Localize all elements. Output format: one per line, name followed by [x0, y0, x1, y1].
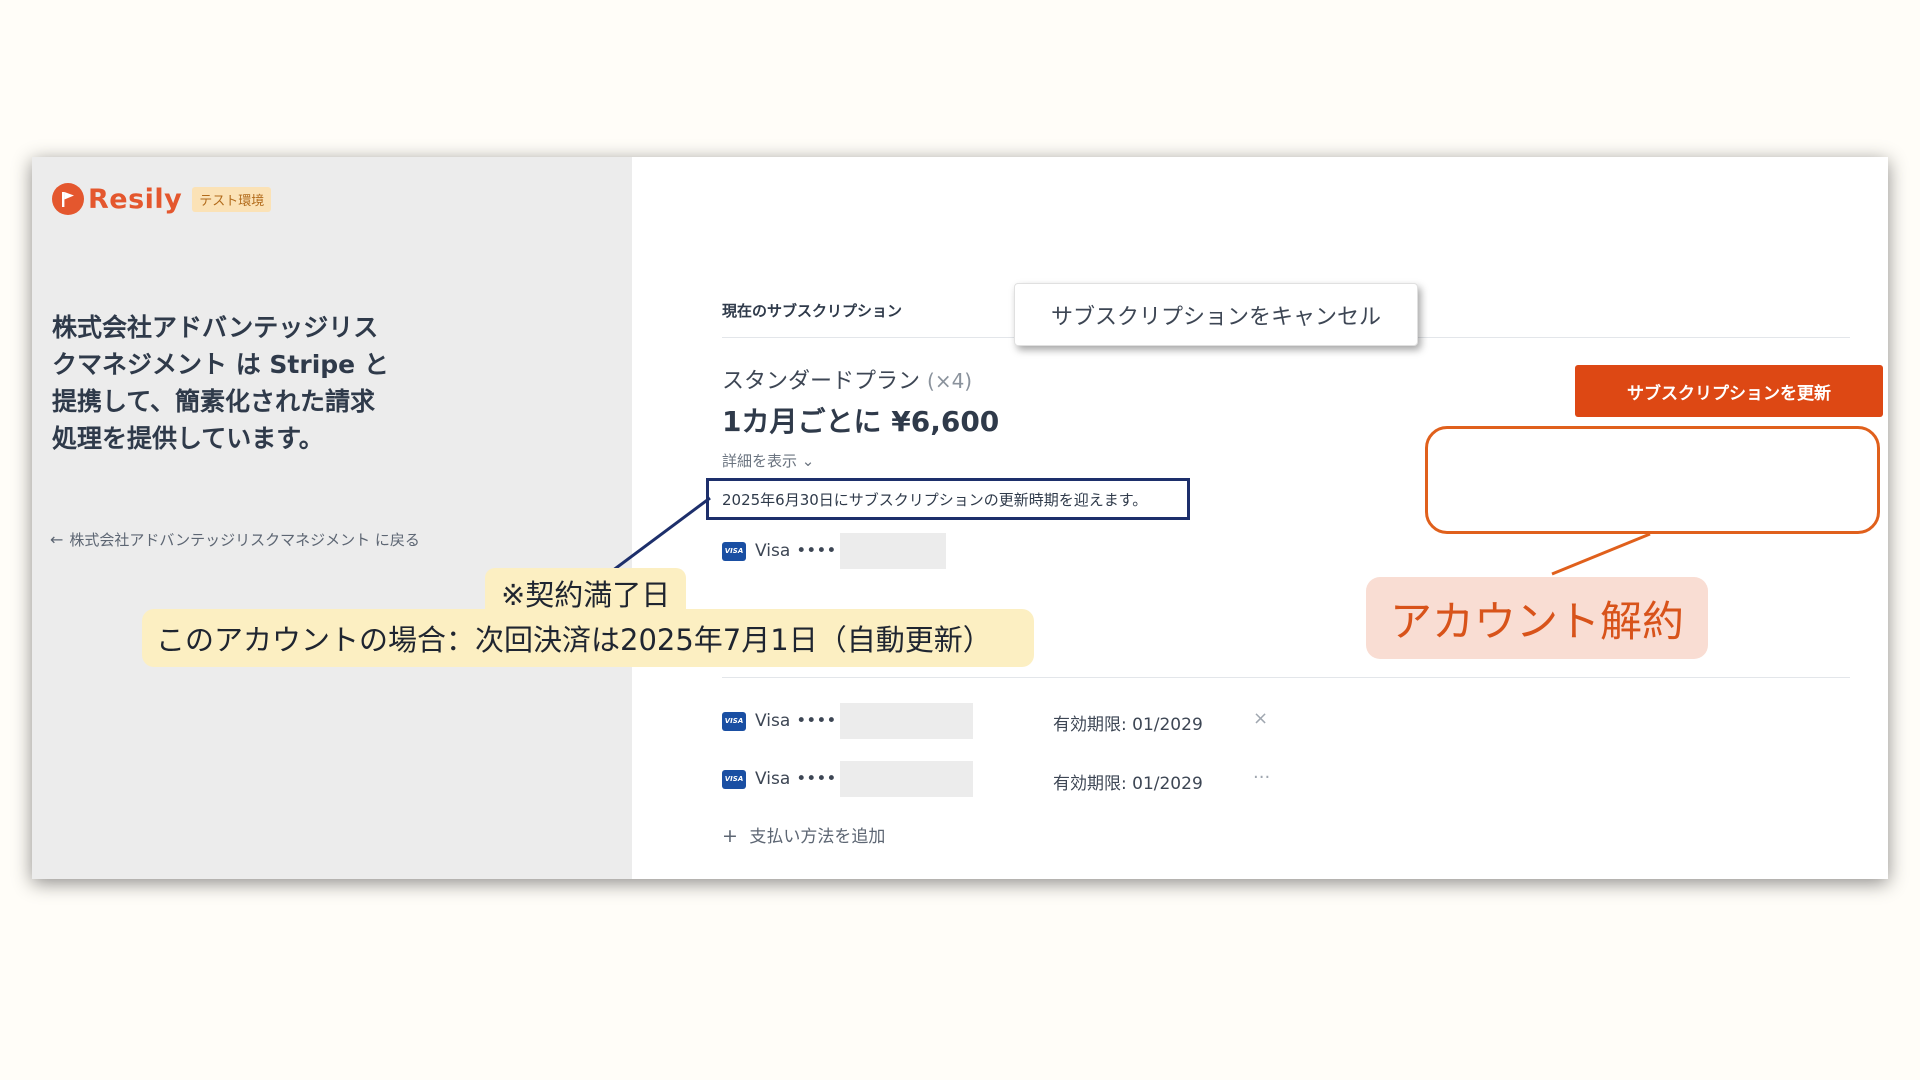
- visa-card-icon: VISA: [722, 769, 746, 789]
- card-expiry: 有効期限: 01/2029: [1053, 715, 1203, 735]
- section-title: 現在のサブスクリプション: [722, 302, 903, 320]
- back-link-label: 株式会社アドバンテッジリスクマネジメント に戻る: [69, 531, 420, 549]
- card-brand: Visa: [755, 711, 791, 731]
- renewal-note: 2025年6月30日にサブスクリプションの更新時期を迎えます。: [706, 478, 1190, 520]
- visa-card-icon: VISA: [722, 711, 746, 731]
- more-options-icon[interactable]: ···: [1253, 767, 1270, 788]
- card-mask: ••••: [796, 711, 837, 731]
- account-cancel-label: アカウント解約: [1366, 577, 1708, 659]
- left-panel: Resily テスト環境 株式会社アドバンテッジリスクマネジメント は Stri…: [32, 157, 632, 879]
- brand: Resily テスト環境: [52, 183, 272, 215]
- details-toggle[interactable]: 詳細を表示 ⌄: [722, 450, 814, 471]
- payment-method-row: VISA Visa ••••: [722, 761, 974, 797]
- add-payment-method-link[interactable]: + 支払い方法を追加: [722, 822, 885, 847]
- update-subscription-button[interactable]: サブスクリプションを更新: [1575, 365, 1883, 417]
- brand-name: Resily: [88, 183, 183, 215]
- card-expiry: 有効期限: 01/2029: [1053, 774, 1203, 794]
- payment-method-row: VISA Visa ••••: [722, 703, 974, 739]
- plan-quantity: (×4): [927, 369, 973, 393]
- arrow-left-icon: ←: [50, 530, 64, 549]
- remove-card-icon[interactable]: ×: [1253, 708, 1268, 729]
- details-toggle-label: 詳細を表示: [722, 452, 798, 470]
- card-number-redaction: [840, 703, 974, 739]
- subscription-card: VISA Visa ••••: [722, 533, 947, 569]
- card-mask: ••••: [796, 769, 837, 789]
- card-number-redaction: [840, 533, 947, 569]
- company-description: 株式会社アドバンテッジリスクマネジメント は Stripe と提携して、簡素化さ…: [52, 313, 389, 453]
- plus-icon: +: [722, 825, 738, 847]
- test-environment-badge: テスト環境: [192, 186, 272, 212]
- flag-logo-icon: [52, 183, 84, 215]
- plan-name-text: スタンダードプラン: [722, 369, 921, 394]
- card-number-redaction: [840, 761, 974, 797]
- visa-card-icon: VISA: [722, 541, 746, 561]
- divider: [722, 677, 1850, 678]
- card-brand: Visa: [755, 541, 791, 561]
- cancel-callout-frame: [1425, 426, 1880, 534]
- cancel-subscription-button[interactable]: サブスクリプションをキャンセル: [1014, 283, 1418, 346]
- plan-price: 1カ月ごとに ¥6,600: [722, 405, 1000, 438]
- back-link[interactable]: ← 株式会社アドバンテッジリスクマネジメント に戻る: [50, 529, 420, 550]
- card-brand: Visa: [755, 769, 791, 789]
- contract-expiry-label: ※契約満了日: [485, 568, 687, 612]
- card-mask: ••••: [796, 541, 837, 561]
- chevron-down-icon: ⌄: [801, 452, 815, 470]
- plan-name: スタンダードプラン (×4): [722, 363, 972, 395]
- next-payment-label: このアカウントの場合：次回決済は2025年7月1日（自動更新）: [142, 609, 1034, 667]
- add-payment-method-label: 支払い方法を追加: [749, 827, 886, 847]
